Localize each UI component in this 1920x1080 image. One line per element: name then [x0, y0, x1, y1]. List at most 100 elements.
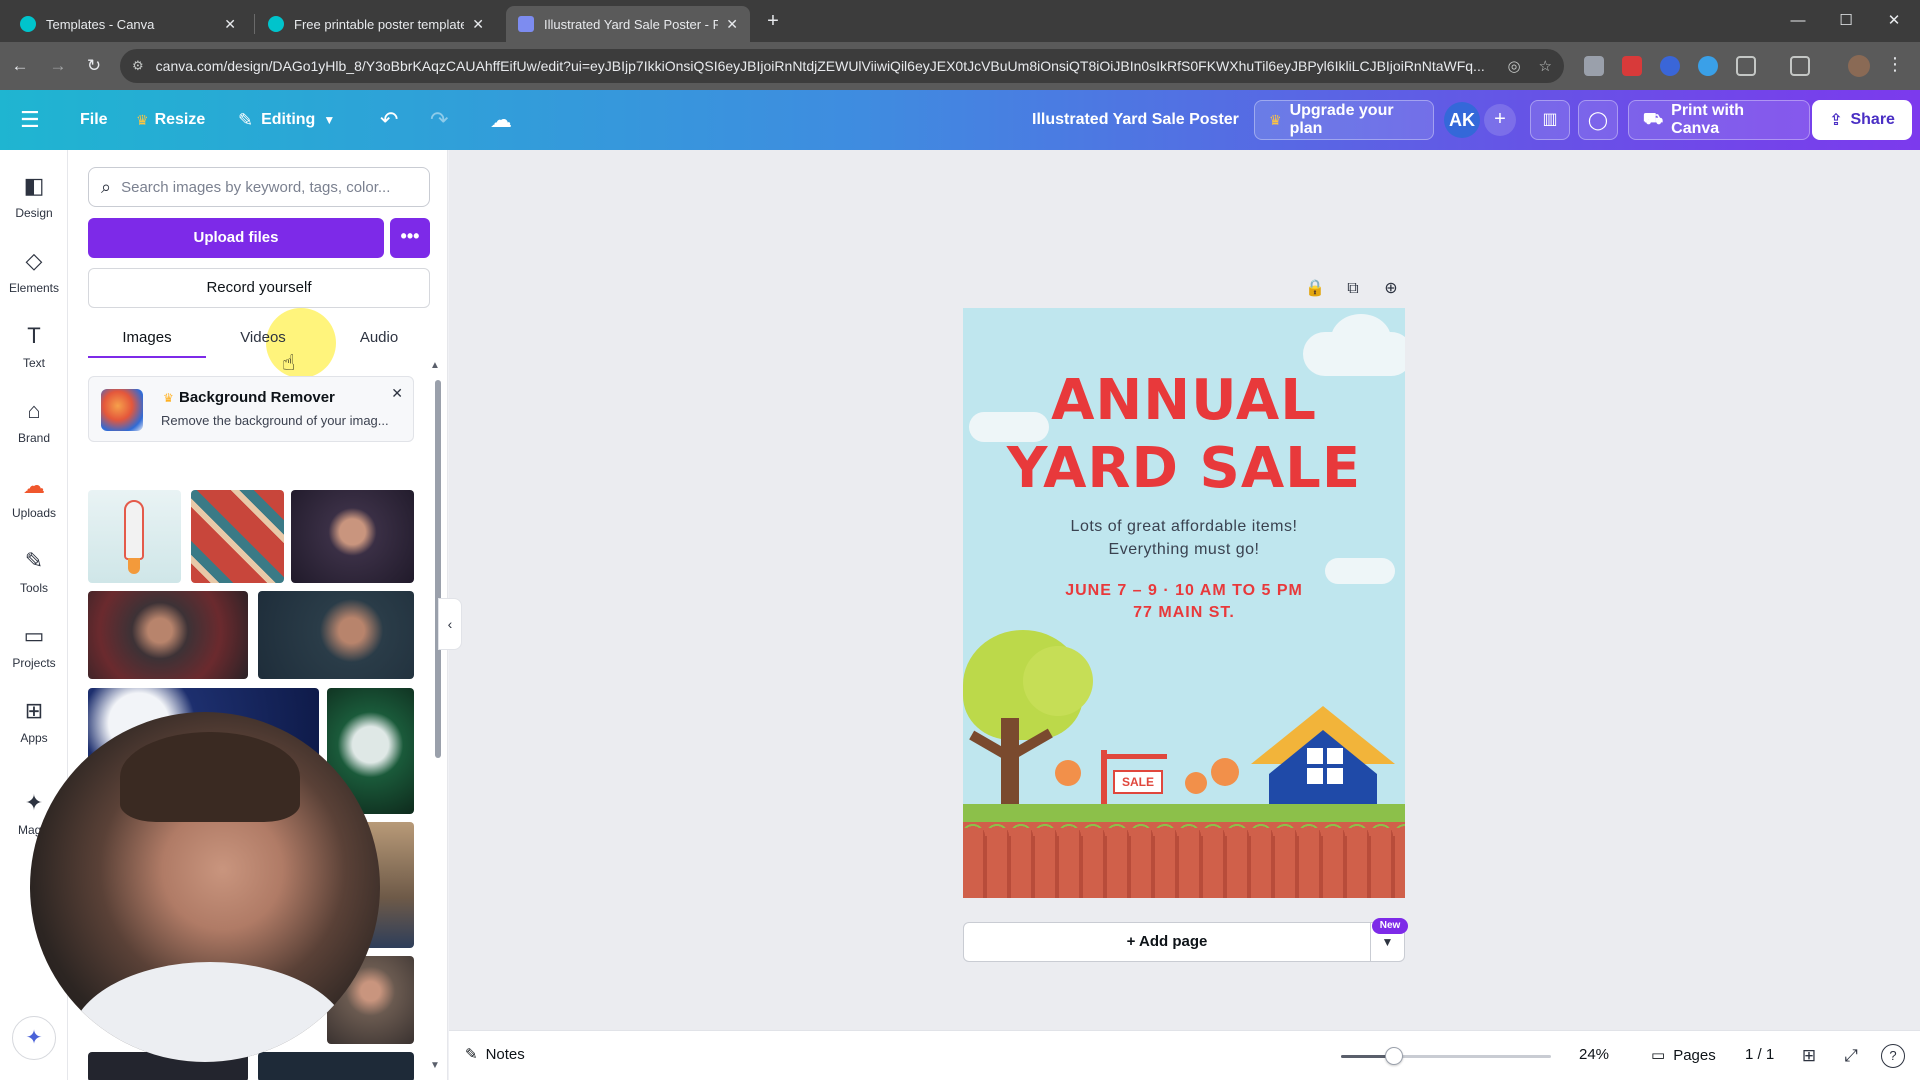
site-info-icon[interactable]: ⚙: [132, 58, 144, 74]
rail-item-tools[interactable]: ✎ Tools: [0, 543, 68, 609]
resize-button[interactable]: ♛ Resize: [136, 90, 205, 150]
comment-icon[interactable]: ◯: [1578, 100, 1618, 140]
house-window: [1307, 748, 1343, 784]
extension-icon[interactable]: [1698, 56, 1718, 76]
close-window-icon[interactable]: ✕: [1874, 8, 1914, 34]
minimize-window-icon[interactable]: —: [1778, 8, 1818, 34]
share-button[interactable]: ⇪ Share: [1812, 100, 1912, 140]
new-tab-button[interactable]: +: [760, 8, 786, 34]
zoom-slider-handle[interactable]: [1385, 1047, 1403, 1065]
scroll-down-icon[interactable]: ▼: [430, 1060, 440, 1071]
poster-address-line[interactable]: 77 MAIN ST.: [963, 604, 1405, 622]
bg-remover-description: Remove the background of your imag...: [161, 413, 389, 428]
eye-off-icon[interactable]: ◎: [1507, 57, 1520, 75]
tab-images[interactable]: Images: [88, 318, 206, 358]
redo-icon[interactable]: ↷: [430, 90, 448, 150]
text-icon: T: [27, 323, 41, 348]
extension-icon[interactable]: [1584, 56, 1604, 76]
pages-icon: ▭: [1651, 1047, 1666, 1064]
rail-item-apps[interactable]: ⊞ Apps: [0, 693, 68, 759]
collapse-panel-icon[interactable]: ‹: [438, 598, 462, 650]
browser-tab-templates[interactable]: Templates - Canva ✕: [8, 6, 248, 42]
scroll-up-icon[interactable]: ▲: [430, 360, 440, 371]
undo-icon[interactable]: ↶: [380, 90, 398, 150]
canva-favicon-icon: [268, 16, 284, 32]
poster-title-line-1[interactable]: ANNUAL: [963, 368, 1405, 433]
duplicate-page-icon[interactable]: ⧉: [1340, 276, 1366, 302]
pages-button[interactable]: ▭ Pages: [1651, 1046, 1716, 1065]
side-panel-icon[interactable]: [1790, 56, 1810, 76]
url-omnibox[interactable]: ⚙ canva.com/design/DAGo1yHlb_8/Y3oBbrKAq…: [120, 49, 1564, 83]
poster-subtitle-line-2[interactable]: Everything must go!: [963, 541, 1405, 559]
background-remover-card[interactable]: ♛ Background Remover Remove the backgrou…: [88, 376, 414, 442]
profile-avatar[interactable]: [1848, 55, 1870, 77]
close-tab-icon[interactable]: ✕: [472, 16, 484, 33]
cloud-saved-icon[interactable]: ☁: [490, 90, 512, 150]
upgrade-label: Upgrade your plan: [1289, 102, 1394, 137]
rail-item-text[interactable]: T Text: [0, 318, 68, 384]
fullscreen-icon[interactable]: ⤢: [1839, 1044, 1863, 1068]
poster-subtitle-line-1[interactable]: Lots of great affordable items!: [963, 518, 1405, 536]
poster-title-line-2[interactable]: YARD SALE: [963, 436, 1405, 501]
record-yourself-button[interactable]: Record yourself: [88, 268, 430, 308]
hamburger-menu-icon[interactable]: ☰: [20, 90, 40, 150]
poster-date-line[interactable]: JUNE 7 – 9 · 10 AM TO 5 PM: [963, 582, 1405, 600]
forward-icon[interactable]: →: [44, 52, 72, 80]
lock-icon[interactable]: 🔒: [1302, 276, 1328, 302]
magic-assistant-icon[interactable]: ✦: [12, 1016, 56, 1060]
more-options-button[interactable]: •••: [390, 218, 430, 258]
file-menu-button[interactable]: File: [80, 90, 108, 150]
close-tab-icon[interactable]: ✕: [224, 16, 236, 33]
document-title[interactable]: Illustrated Yard Sale Poster: [1032, 90, 1239, 150]
user-avatar[interactable]: AK: [1444, 102, 1480, 138]
extension-icon[interactable]: [1660, 56, 1680, 76]
rail-item-elements[interactable]: ◇ Elements: [0, 243, 68, 309]
rail-item-projects[interactable]: ▭ Projects: [0, 618, 68, 684]
zoom-level[interactable]: 24%: [1579, 1046, 1609, 1063]
rail-item-design[interactable]: ◧ Design: [0, 168, 68, 234]
add-page-button[interactable]: + Add page: [963, 922, 1371, 962]
editing-mode-button[interactable]: ✎ Editing ▼: [238, 90, 335, 150]
upload-thumbnail-studio[interactable]: [88, 591, 248, 679]
browser-menu-icon[interactable]: ⋮: [1886, 54, 1904, 75]
poster-page[interactable]: ANNUAL YARD SALE Lots of great affordabl…: [963, 308, 1405, 898]
tree-canopy: [1023, 646, 1093, 716]
upgrade-plan-button[interactable]: ♛ Upgrade your plan: [1254, 100, 1434, 140]
maximize-window-icon[interactable]: ☐: [1826, 8, 1866, 34]
notes-button[interactable]: ✎ Notes: [465, 1045, 525, 1064]
extension-icon[interactable]: [1622, 56, 1642, 76]
close-tab-icon[interactable]: ✕: [726, 16, 738, 33]
rail-item-uploads[interactable]: ☁ Uploads: [0, 468, 68, 534]
add-page-icon[interactable]: ⊕: [1378, 276, 1404, 302]
rail-item-brand[interactable]: ⌂ Brand: [0, 393, 68, 459]
upload-thumbnail-pattern[interactable]: [191, 490, 284, 583]
browser-tab-poster-templates[interactable]: Free printable poster templates ✕: [256, 6, 496, 42]
upload-thumbnail-rocket[interactable]: [88, 490, 181, 583]
upload-files-button[interactable]: Upload files: [88, 218, 384, 258]
reload-icon[interactable]: ↻: [80, 52, 108, 80]
print-with-canva-button[interactable]: ⛟ Print with Canva: [1628, 100, 1810, 140]
rail-label: Brand: [17, 431, 51, 445]
bookmark-star-icon[interactable]: ☆: [1539, 57, 1552, 75]
search-input[interactable]: [121, 178, 412, 196]
rocket-flame: [128, 558, 140, 574]
close-icon[interactable]: ✕: [391, 385, 403, 402]
cloud-shape: [1331, 314, 1391, 364]
upload-thumbnail-studio-2[interactable]: [258, 591, 414, 679]
add-people-icon[interactable]: +: [1484, 104, 1516, 136]
browser-tab-yard-sale[interactable]: Illustrated Yard Sale Poster - Po ✕: [506, 6, 750, 42]
search-icon: ⌕: [101, 176, 112, 197]
search-box[interactable]: ⌕: [88, 167, 430, 207]
editor-header: ☰ File ♛ Resize ✎ Editing ▼ ↶ ↷ ☁ Illust…: [0, 90, 1920, 150]
tab-audio[interactable]: Audio: [320, 318, 438, 358]
tab-videos[interactable]: Videos: [204, 318, 322, 358]
insights-chart-icon[interactable]: ▥: [1530, 100, 1570, 140]
back-icon[interactable]: ←: [6, 52, 34, 80]
grid-view-icon[interactable]: ⊞: [1797, 1044, 1821, 1068]
tab-title: Illustrated Yard Sale Poster - Po: [544, 16, 719, 32]
resize-label: Resize: [154, 111, 206, 128]
panel-scrollbar-thumb[interactable]: [435, 380, 441, 758]
help-icon[interactable]: ?: [1881, 1044, 1905, 1068]
extensions-puzzle-icon[interactable]: [1736, 56, 1756, 76]
upload-thumbnail-person[interactable]: [291, 490, 414, 583]
